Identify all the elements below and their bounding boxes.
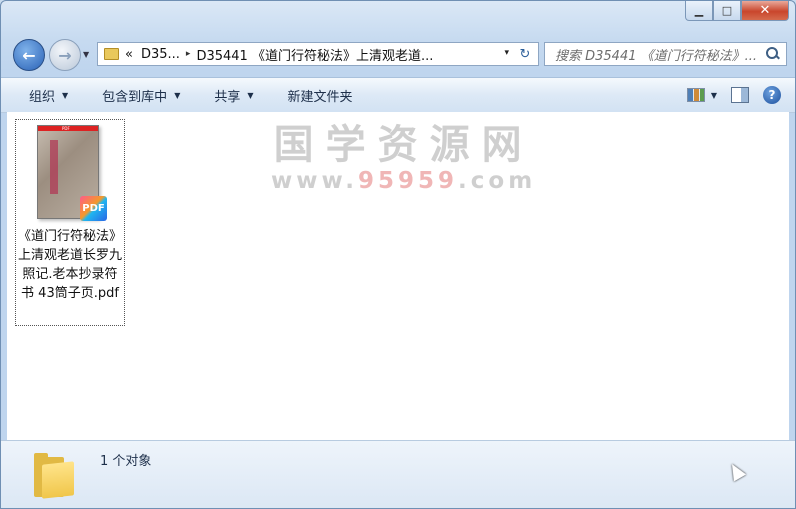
forward-button[interactable]: → (49, 39, 81, 71)
item-count: 1 个对象 (100, 454, 152, 469)
pdf-file-icon: PDF (80, 196, 107, 221)
chevron-down-icon: ▼ (62, 90, 69, 100)
thumbnail-header: PDF (38, 126, 98, 131)
breadcrumb-segment-1[interactable]: D35... (141, 47, 180, 62)
include-in-library-menu[interactable]: 包含到库中 ▼ (82, 78, 194, 112)
arrow-right-icon: → (58, 45, 72, 65)
maximize-button[interactable]: □ (713, 1, 741, 21)
file-item[interactable]: PDF PDF 《道门行符秘法》上清观老道长罗九照记.老本抄录符书 43筒子页.… (15, 119, 125, 326)
search-input[interactable]: 搜索 D35441 《道门行符秘法》... (545, 45, 766, 64)
breadcrumb-separator-icon[interactable]: ▸ (186, 49, 191, 59)
new-folder-button[interactable]: 新建文件夹 (268, 78, 367, 112)
view-options-dropdown[interactable]: ▼ (711, 91, 717, 100)
close-button[interactable]: ✕ (741, 1, 789, 21)
details-pane: 1 个对象 (1, 440, 795, 508)
organize-menu[interactable]: 组织 ▼ (1, 78, 82, 112)
breadcrumb-overflow[interactable]: « (125, 47, 133, 62)
back-button[interactable]: ← (13, 39, 45, 71)
caption-buttons: ▁ □ ✕ (685, 1, 789, 21)
recent-pages-dropdown[interactable]: ▼ (83, 50, 89, 59)
file-name[interactable]: 《道门行符秘法》上清观老道长罗九照记.老本抄录符书 43筒子页.pdf (16, 227, 124, 303)
breadcrumb-segment-2[interactable]: D35441 《道门行符秘法》上清观老道... (196, 45, 433, 64)
thumbnail-title-band (50, 140, 58, 194)
address-bar[interactable]: « D35... ▸ D35441 《道门行符秘法》上清观老道... ▾ (97, 42, 514, 66)
thumbnail-label: PDF (62, 126, 70, 131)
folder-icon (34, 451, 76, 499)
chevron-down-icon: ▼ (174, 90, 181, 100)
chevron-down-icon: ▼ (247, 90, 254, 100)
file-list[interactable]: PDF PDF 《道门行符秘法》上清观老道长罗九照记.老本抄录符书 43筒子页.… (7, 112, 789, 440)
help-icon[interactable]: ? (763, 86, 781, 104)
change-view-icon[interactable] (686, 88, 705, 102)
organize-label: 组织 (29, 89, 56, 105)
share-menu[interactable]: 共享 ▼ (194, 78, 267, 112)
address-dropdown-icon[interactable]: ▾ (504, 48, 509, 58)
include-library-label: 包含到库中 (102, 89, 168, 105)
search-icon[interactable] (766, 47, 780, 61)
minimize-button[interactable]: ▁ (685, 1, 713, 21)
new-folder-label: 新建文件夹 (287, 89, 353, 105)
refresh-button[interactable]: ↻ (512, 42, 539, 66)
mouse-cursor-icon (725, 460, 747, 482)
explorer-window: ▁ □ ✕ ← → ▼ « D35... ▸ D35441 《道门行符秘法》上清… (0, 0, 796, 509)
preview-pane-icon[interactable] (731, 87, 749, 103)
search-box[interactable]: 搜索 D35441 《道门行符秘法》... (544, 42, 787, 66)
command-bar: 组织 ▼ 包含到库中 ▼ 共享 ▼ 新建文件夹 ▼ ? (1, 77, 795, 113)
share-label: 共享 (214, 89, 241, 105)
toolbar-right: ▼ ? (686, 78, 781, 112)
arrow-left-icon: ← (22, 45, 36, 65)
folder-icon (104, 48, 119, 60)
refresh-icon: ↻ (519, 46, 531, 62)
